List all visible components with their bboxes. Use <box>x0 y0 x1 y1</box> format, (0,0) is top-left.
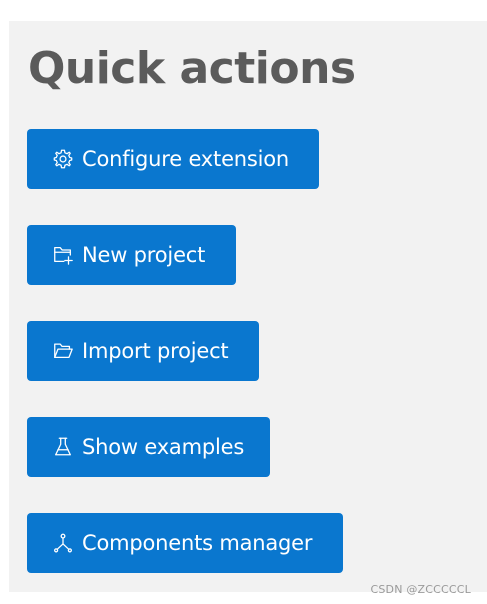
import-project-label: Import project <box>82 339 229 363</box>
configure-extension-button[interactable]: Configure extension <box>27 129 319 189</box>
flask-icon <box>51 435 75 459</box>
folder-open-icon <box>51 339 75 363</box>
gear-icon <box>51 147 75 171</box>
show-examples-label: Show examples <box>82 435 245 459</box>
panel-title: Quick actions <box>28 43 356 94</box>
quick-actions-panel <box>9 21 487 592</box>
watermark: CSDN @ZCCCCCL <box>370 583 471 596</box>
import-project-button[interactable]: Import project <box>27 321 259 381</box>
configure-extension-label: Configure extension <box>82 147 290 171</box>
components-manager-button[interactable]: Components manager <box>27 513 343 573</box>
new-project-label: New project <box>82 243 206 267</box>
network-icon <box>51 531 75 555</box>
new-project-button[interactable]: New project <box>27 225 236 285</box>
folder-plus-icon <box>51 243 75 267</box>
components-manager-label: Components manager <box>82 531 313 555</box>
show-examples-button[interactable]: Show examples <box>27 417 270 477</box>
